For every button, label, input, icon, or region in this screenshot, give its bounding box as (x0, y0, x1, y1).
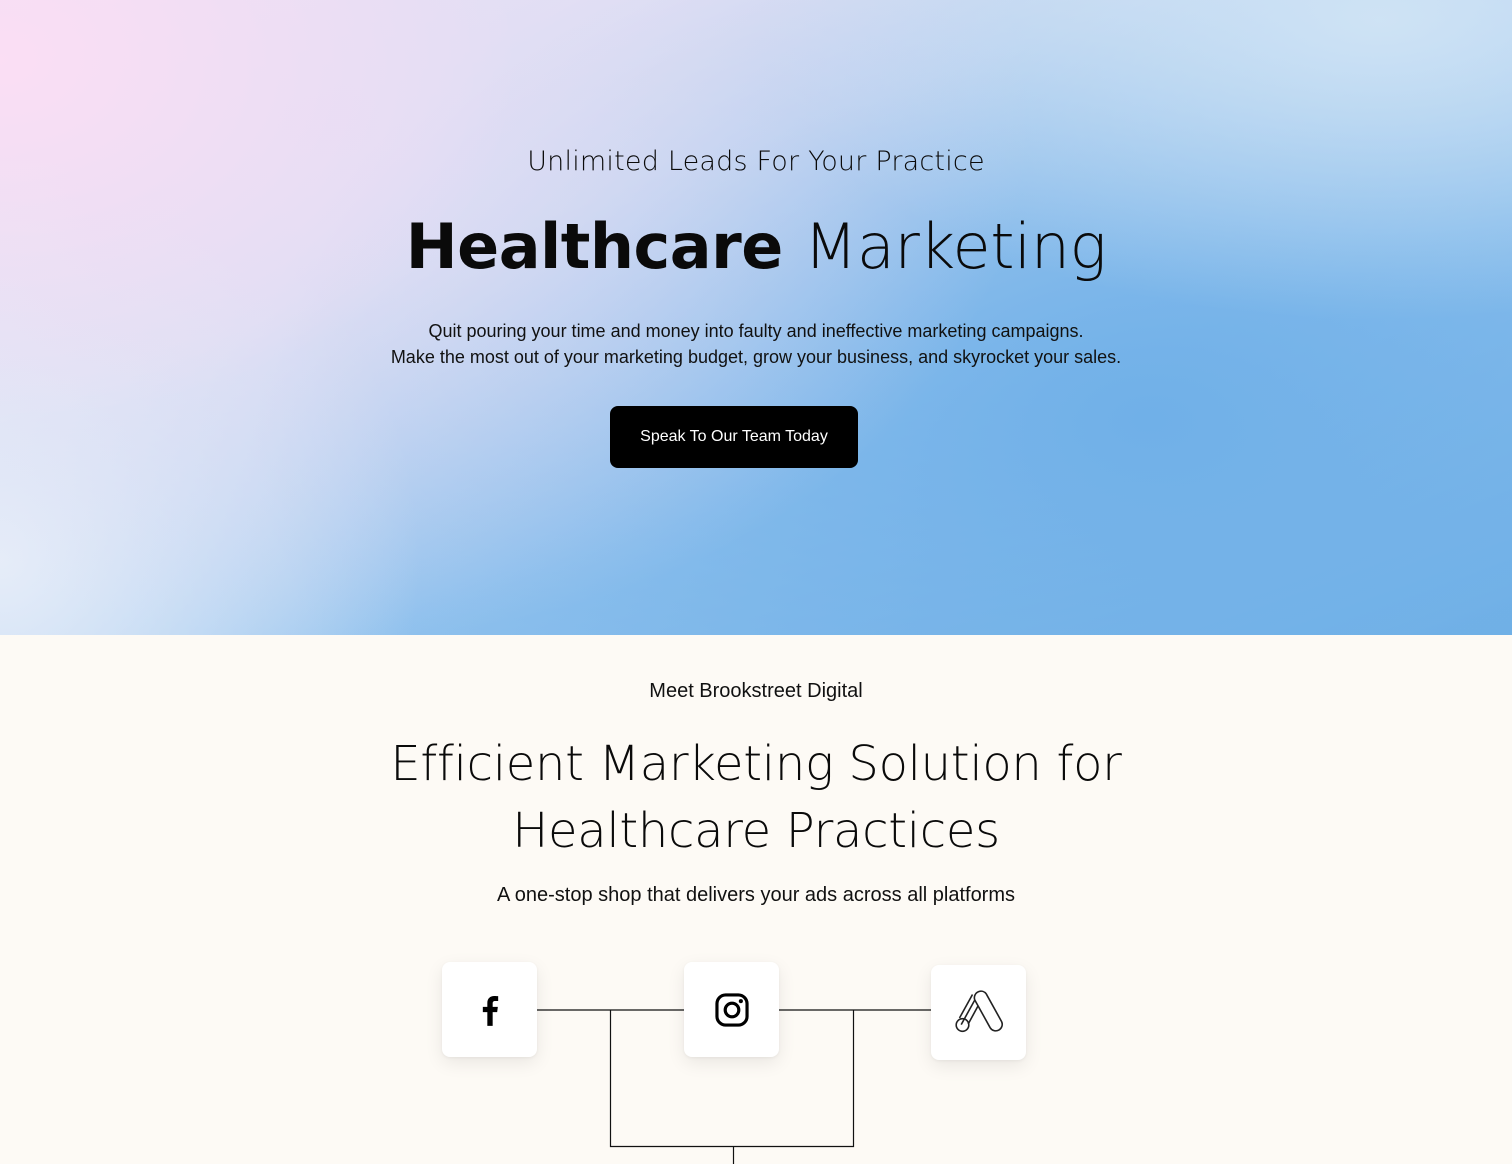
hero-title: Healthcare Marketing (0, 210, 1512, 283)
instagram-icon (714, 992, 749, 1027)
hero-section: Unlimited Leads For Your Practice Health… (0, 0, 1512, 635)
about-heading: Efficient Marketing Solution for Healthc… (0, 731, 1512, 865)
hero-description-line-1: Quit pouring your time and money into fa… (428, 321, 1084, 341)
about-heading-line-2: Healthcare Practices (512, 803, 1000, 859)
google-ads-card[interactable] (931, 965, 1026, 1060)
hero-description-line-2: Make the most out of your marketing budg… (390, 347, 1122, 367)
about-subheading: A one-stop shop that delivers your ads a… (496, 884, 1016, 906)
about-section: Meet Brookstreet Digital Efficient Marke… (0, 635, 1512, 1164)
instagram-card[interactable] (684, 962, 779, 1057)
hero-title-light: Marketing (803, 210, 1107, 283)
hero-title-bold: Healthcare (405, 210, 784, 283)
google-ads-icon (954, 989, 1003, 1032)
facebook-card[interactable] (442, 962, 537, 1057)
hero-eyebrow: Unlimited Leads For Your Practice (527, 146, 985, 177)
hero-description: Quit pouring your time and money into fa… (0, 318, 1512, 370)
about-heading-line-1: Efficient Marketing Solution for (390, 736, 1122, 792)
speak-to-team-button[interactable]: Speak To Our Team Today (610, 406, 858, 468)
facebook-icon (482, 995, 498, 1026)
about-eyebrow: Meet Brookstreet Digital (649, 680, 863, 702)
